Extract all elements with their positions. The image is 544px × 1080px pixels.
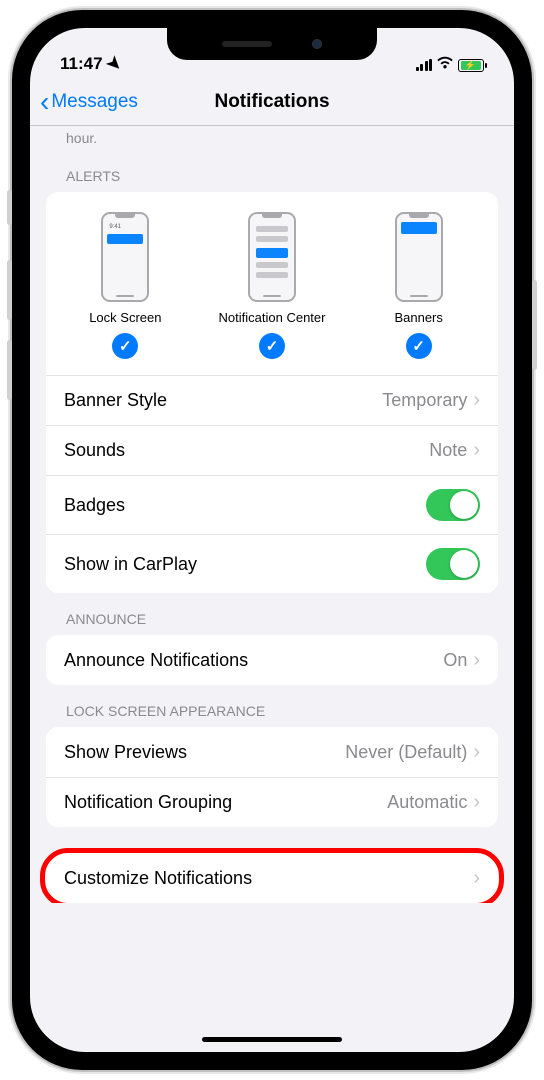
row-announce[interactable]: Announce Notifications On ›: [46, 635, 498, 685]
carplay-toggle[interactable]: [426, 548, 480, 580]
location-icon: ➤: [102, 52, 126, 76]
row-label: Banner Style: [64, 390, 167, 411]
row-value: Note: [429, 440, 467, 461]
alert-label: Lock Screen: [89, 310, 161, 325]
chevron-left-icon: ‹: [40, 88, 49, 116]
back-button[interactable]: ‹ Messages: [30, 88, 138, 116]
chevron-right-icon: ›: [473, 649, 480, 672]
row-sounds[interactable]: Sounds Note ›: [46, 425, 498, 475]
row-value: Never (Default): [345, 742, 467, 763]
row-label: Customize Notifications: [64, 868, 252, 889]
notch: [167, 28, 377, 60]
wifi-icon: [436, 56, 454, 74]
chevron-right-icon: ›: [473, 389, 480, 412]
section-header-alerts: ALERTS: [46, 146, 498, 192]
highlight-annotation: Customize Notifications ›: [46, 853, 498, 903]
back-label: Messages: [51, 91, 138, 113]
check-icon: ✓: [259, 333, 285, 359]
row-label: Badges: [64, 495, 125, 516]
screen: 11:47 ➤ ⚡ ‹ Messages Notifications hour.: [30, 28, 514, 1052]
battery-icon: ⚡: [458, 59, 484, 72]
truncated-text: hour.: [46, 126, 498, 146]
alerts-card: 9:41 Lock Screen ✓ Notificat: [46, 192, 498, 593]
banners-preview-icon: [395, 212, 443, 302]
row-notification-grouping[interactable]: Notification Grouping Automatic ›: [46, 777, 498, 827]
alert-label: Notification Center: [219, 310, 326, 325]
notification-center-preview-icon: [248, 212, 296, 302]
chevron-right-icon: ›: [473, 791, 480, 814]
row-banner-style[interactable]: Banner Style Temporary ›: [46, 375, 498, 425]
home-indicator[interactable]: [202, 1037, 342, 1042]
chevron-right-icon: ›: [473, 439, 480, 462]
alert-option-banners[interactable]: Banners ✓: [345, 212, 492, 359]
row-value: On: [443, 650, 467, 671]
section-header-lockscreen: LOCK SCREEN APPEARANCE: [46, 685, 498, 727]
lockscreen-preview-icon: 9:41: [101, 212, 149, 302]
row-value: Automatic: [387, 792, 467, 813]
alert-option-notification-center[interactable]: Notification Center ✓: [199, 212, 346, 359]
alert-option-lockscreen[interactable]: 9:41 Lock Screen ✓: [52, 212, 199, 359]
content: hour. ALERTS 9:41 Lock Screen ✓: [30, 126, 514, 903]
row-label: Announce Notifications: [64, 650, 248, 671]
row-label: Show Previews: [64, 742, 187, 763]
lockscreen-card: Show Previews Never (Default) › Notificat…: [46, 727, 498, 827]
row-label: Notification Grouping: [64, 792, 232, 813]
announce-card: Announce Notifications On ›: [46, 635, 498, 685]
row-label: Sounds: [64, 440, 125, 461]
chevron-right-icon: ›: [473, 867, 480, 890]
check-icon: ✓: [406, 333, 432, 359]
badges-toggle[interactable]: [426, 489, 480, 521]
chevron-right-icon: ›: [473, 741, 480, 764]
row-badges: Badges: [46, 475, 498, 534]
section-header-announce: ANNOUNCE: [46, 593, 498, 635]
alert-label: Banners: [394, 310, 442, 325]
phone-frame: 11:47 ➤ ⚡ ‹ Messages Notifications hour.: [12, 10, 532, 1070]
row-label: Show in CarPlay: [64, 554, 197, 575]
row-show-previews[interactable]: Show Previews Never (Default) ›: [46, 727, 498, 777]
status-time: 11:47: [60, 54, 103, 74]
check-icon: ✓: [112, 333, 138, 359]
cell-signal-icon: [416, 59, 433, 71]
row-value: Temporary: [382, 390, 467, 411]
row-carplay: Show in CarPlay: [46, 534, 498, 593]
nav-header: ‹ Messages Notifications: [30, 78, 514, 126]
customize-card: Customize Notifications ›: [46, 853, 498, 903]
row-customize-notifications[interactable]: Customize Notifications ›: [46, 853, 498, 903]
